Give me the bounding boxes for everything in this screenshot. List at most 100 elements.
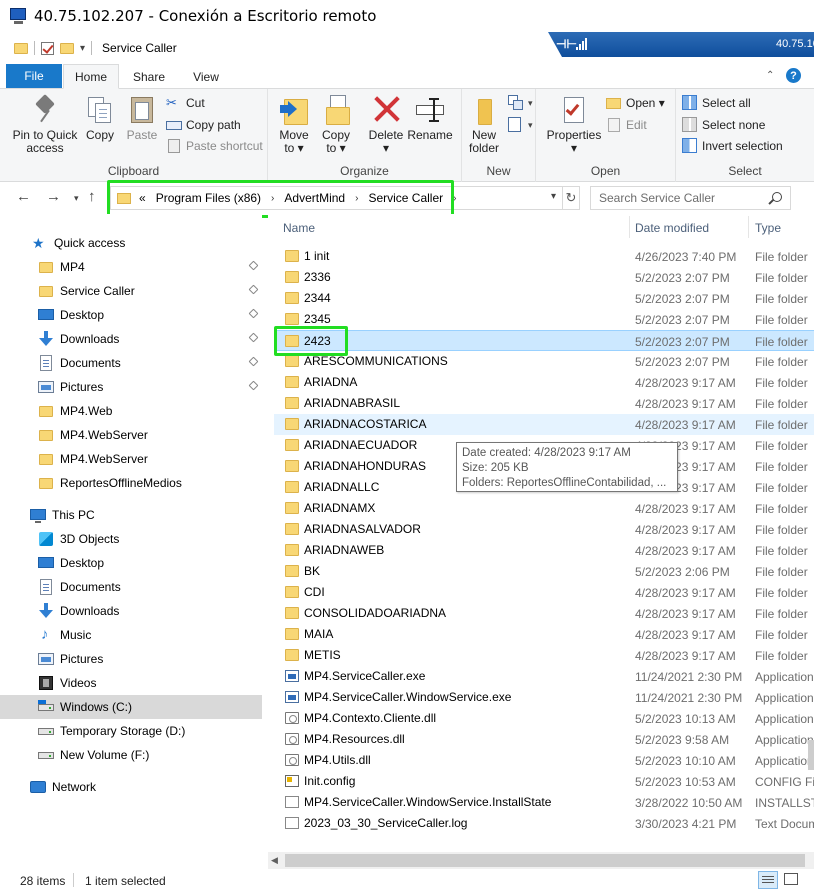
- paste-button[interactable]: Paste: [122, 93, 162, 142]
- vertical-scrollbar[interactable]: [808, 740, 814, 770]
- table-row[interactable]: METIS 4/28/2023 9:17 AM File folder: [274, 645, 814, 666]
- breadcrumb-overflow[interactable]: «: [139, 191, 146, 205]
- breadcrumb-service-caller[interactable]: Service Caller: [368, 191, 443, 205]
- nav-item-mp4-web[interactable]: MP4.Web: [0, 399, 262, 423]
- table-row[interactable]: 2023_03_30_ServiceCaller.log 3/30/2023 4:…: [274, 813, 814, 834]
- table-row[interactable]: 1 init 4/26/2023 7:40 PM File folder: [274, 246, 814, 267]
- pin-icon[interactable]: [248, 332, 259, 343]
- copy-to-button[interactable]: Copy to ▾: [318, 93, 354, 155]
- pin-icon[interactable]: [248, 284, 259, 295]
- minimize-ribbon-chevron-icon[interactable]: ⌃: [766, 70, 774, 81]
- pin-to-quick-access-button[interactable]: Pin to Quick access: [10, 93, 80, 155]
- properties-check-icon[interactable]: [41, 41, 54, 55]
- table-row[interactable]: MP4.Utils.dll 5/2/2023 10:10 AM Applicatio…: [274, 750, 814, 771]
- table-row[interactable]: Init.config 5/2/2023 10:53 AM CONFIG File: [274, 771, 814, 792]
- breadcrumb-program-files[interactable]: Program Files (x86): [156, 191, 261, 205]
- nav-item-documents[interactable]: Documents: [0, 351, 262, 375]
- table-row[interactable]: 2344 5/2/2023 2:07 PM File folder: [274, 288, 814, 309]
- up-arrow-icon[interactable]: ↑: [88, 188, 96, 205]
- nav-item-pc-downloads[interactable]: Downloads: [0, 599, 262, 623]
- nav-item-desktop[interactable]: Desktop: [0, 303, 262, 327]
- copy-path-button[interactable]: Copy path: [166, 115, 241, 135]
- refresh-icon[interactable]: ↻: [563, 186, 580, 210]
- address-dropdown-chevron-icon[interactable]: ▾: [551, 191, 556, 202]
- nav-quick-access[interactable]: ★ Quick access: [0, 231, 262, 255]
- table-row[interactable]: ARESCOMMUNICATIONS 5/2/2023 2:07 PM File f…: [274, 351, 814, 372]
- nav-item-pc-desktop[interactable]: Desktop: [0, 551, 262, 575]
- pin-icon[interactable]: [248, 356, 259, 367]
- edit-button[interactable]: Edit: [606, 115, 647, 135]
- forward-arrow-icon[interactable]: →: [46, 188, 61, 205]
- tab-home[interactable]: Home: [63, 64, 119, 89]
- folder-icon[interactable]: [14, 42, 28, 54]
- scroll-left-icon[interactable]: ◀: [271, 855, 278, 866]
- select-all-button[interactable]: Select all: [682, 93, 751, 113]
- nav-item-new-volume-f[interactable]: New Volume (F:): [0, 743, 262, 767]
- search-input[interactable]: Search Service Caller: [590, 186, 791, 210]
- new-folder-icon[interactable]: [60, 42, 74, 54]
- rename-button[interactable]: Rename: [407, 93, 453, 142]
- pin-icon[interactable]: [248, 380, 259, 391]
- rdp-connection-bar[interactable]: ⊣⊢ 40.75.10: [548, 32, 814, 57]
- new-folder-button[interactable]: New folder: [466, 93, 502, 155]
- nav-item-pc-documents[interactable]: Documents: [0, 575, 262, 599]
- pin-icon[interactable]: [248, 260, 259, 271]
- copy-button[interactable]: Copy: [82, 93, 118, 142]
- tab-file[interactable]: File: [6, 64, 62, 88]
- table-row[interactable]: MP4.ServiceCaller.exe 11/24/2021 2:30 PM A…: [274, 666, 814, 687]
- column-date-modified[interactable]: Date modified: [635, 221, 709, 235]
- table-row[interactable]: CONSOLIDADOARIADNA 4/28/2023 9:17 AM File …: [274, 603, 814, 624]
- breadcrumb-separator-icon[interactable]: ›: [271, 193, 274, 204]
- table-row[interactable]: ARIADNABRASIL 4/28/2023 9:17 AM File folde…: [274, 393, 814, 414]
- column-name[interactable]: Name: [283, 221, 315, 235]
- large-icons-view-icon[interactable]: [784, 873, 798, 885]
- nav-item-reportes-offline-medios[interactable]: ReportesOfflineMedios: [0, 471, 262, 495]
- nav-item-videos[interactable]: Videos: [0, 671, 262, 695]
- table-row[interactable]: CDI 4/28/2023 9:17 AM File folder: [274, 582, 814, 603]
- nav-item-3d-objects[interactable]: 3D Objects: [0, 527, 262, 551]
- table-row[interactable]: 2336 5/2/2023 2:07 PM File folder: [274, 267, 814, 288]
- move-to-button[interactable]: Move to ▾: [276, 93, 312, 155]
- table-row[interactable]: ARIADNASALVADOR 4/28/2023 9:17 AM File fol…: [274, 519, 814, 540]
- table-row[interactable]: MAIA 4/28/2023 9:17 AM File folder: [274, 624, 814, 645]
- details-view-icon[interactable]: [758, 871, 778, 889]
- table-row[interactable]: ARIADNACOSTARICA 4/28/2023 9:17 AM File fo…: [274, 414, 814, 435]
- scrollbar-thumb[interactable]: [285, 854, 805, 867]
- nav-item-mp4-webserver-2[interactable]: MP4.WebServer: [0, 447, 262, 471]
- pin-icon[interactable]: ⊣⊢: [556, 37, 577, 51]
- properties-button[interactable]: Properties ▾: [546, 93, 602, 155]
- nav-item-service-caller[interactable]: Service Caller: [0, 279, 262, 303]
- table-row[interactable]: ARIADNAMX 4/28/2023 9:17 AM File folder: [274, 498, 814, 519]
- invert-selection-button[interactable]: Invert selection: [682, 136, 783, 156]
- paste-shortcut-button[interactable]: Paste shortcut: [166, 136, 263, 156]
- table-row[interactable]: BK 5/2/2023 2:06 PM File folder: [274, 561, 814, 582]
- column-type[interactable]: Type: [755, 221, 781, 235]
- delete-button[interactable]: Delete ▾: [366, 93, 406, 155]
- breadcrumb-separator-icon[interactable]: ›: [355, 193, 358, 204]
- back-arrow-icon[interactable]: ←: [16, 188, 31, 205]
- table-row[interactable]: MP4.Contexto.Cliente.dll 5/2/2023 10:13 A…: [274, 708, 814, 729]
- nav-item-music[interactable]: ♪ Music: [0, 623, 262, 647]
- address-bar[interactable]: « Program Files (x86) › AdvertMind › Ser…: [110, 186, 563, 210]
- nav-this-pc[interactable]: This PC: [0, 503, 262, 527]
- nav-item-temporary-storage-d[interactable]: Temporary Storage (D:): [0, 719, 262, 743]
- table-row[interactable]: ARIADNA 4/28/2023 9:17 AM File folder: [274, 372, 814, 393]
- cut-button[interactable]: ✂ Cut: [166, 93, 205, 113]
- help-icon[interactable]: ?: [786, 68, 801, 83]
- breadcrumb-advertmind[interactable]: AdvertMind: [284, 191, 345, 205]
- table-row[interactable]: 2423 5/2/2023 2:07 PM File folder: [274, 330, 814, 351]
- nav-item-downloads[interactable]: Downloads: [0, 327, 262, 351]
- column-divider[interactable]: [748, 216, 749, 238]
- customize-toolbar-chevron-icon[interactable]: ▾: [80, 43, 85, 54]
- table-row[interactable]: MP4.ServiceCaller.WindowService.InstallS…: [274, 792, 814, 813]
- new-item-button[interactable]: ▾: [508, 93, 533, 113]
- pin-icon[interactable]: [248, 308, 259, 319]
- nav-item-windows-c[interactable]: Windows (C:): [0, 695, 262, 719]
- nav-item-mp4-webserver[interactable]: MP4.WebServer: [0, 423, 262, 447]
- easy-access-button[interactable]: ▾: [508, 115, 533, 135]
- tab-share[interactable]: Share: [121, 64, 177, 89]
- table-row[interactable]: MP4.Resources.dll 5/2/2023 9:58 AM Applica…: [274, 729, 814, 750]
- table-row[interactable]: MP4.ServiceCaller.WindowService.exe 11/24…: [274, 687, 814, 708]
- nav-network[interactable]: Network: [0, 775, 262, 799]
- breadcrumb-separator-icon[interactable]: ›: [453, 193, 456, 204]
